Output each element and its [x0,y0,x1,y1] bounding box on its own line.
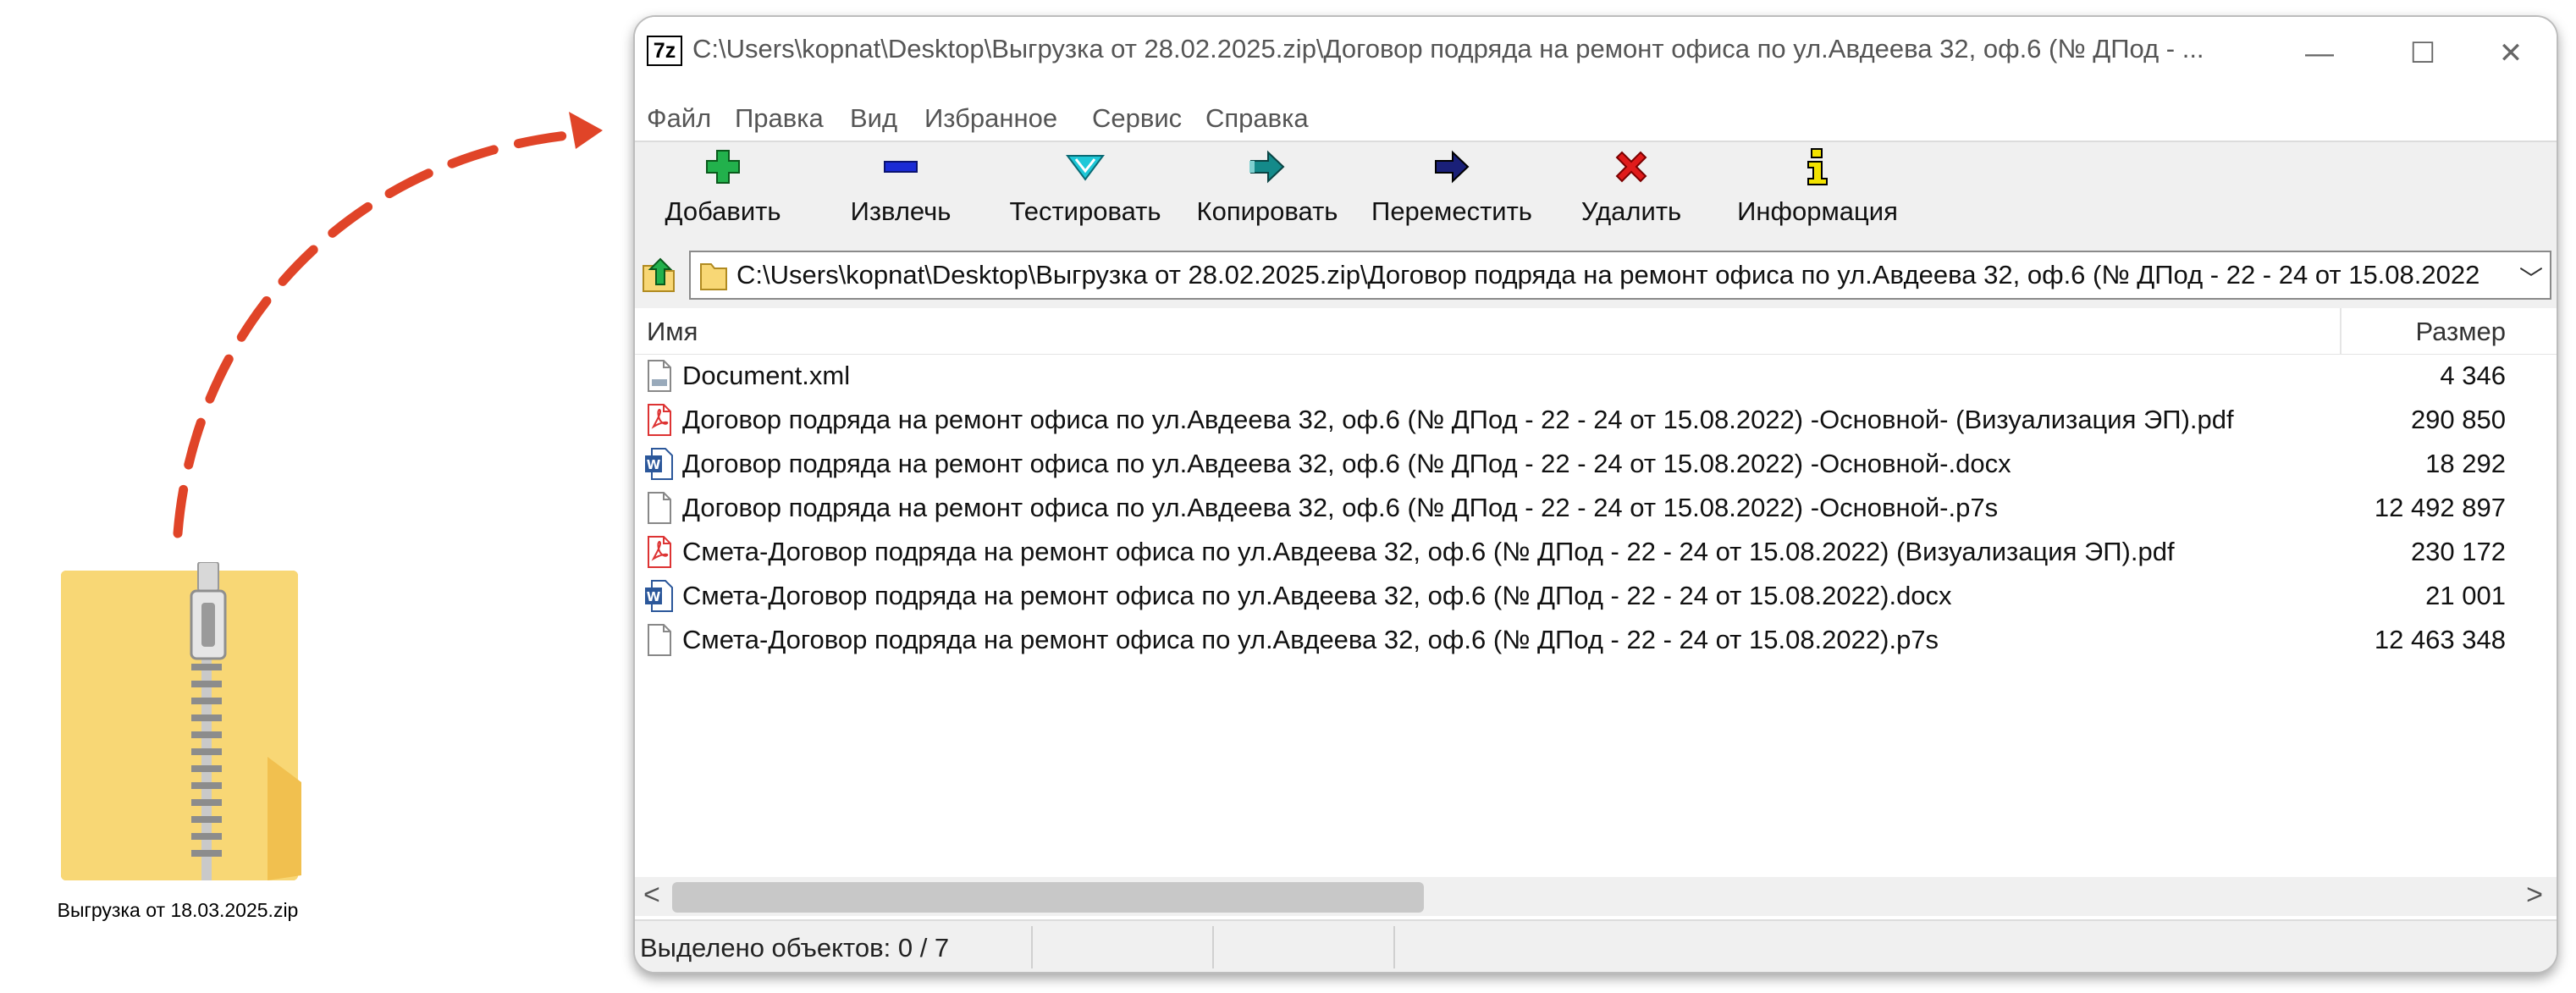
test-icon [1066,155,1105,181]
file-row[interactable]: W Смета-Договор подряда на ремонт офиса п… [635,574,2557,618]
add-button[interactable]: Добавить [655,146,791,227]
xml-file-icon [645,359,674,393]
file-name: Document.xml [682,361,851,390]
extract-button[interactable]: Извлечь [841,146,960,227]
status-divider [1212,926,1214,968]
file-row[interactable]: Смета-Договор подряда на ремонт офиса по… [635,530,2557,574]
file-size: 18 292 [2425,449,2506,478]
scroll-right-icon[interactable]: > [2526,879,2543,912]
scroll-left-icon[interactable]: < [643,879,660,912]
file-size: 290 850 [2410,405,2506,434]
file-size: 4 346 [2440,361,2506,390]
add-label: Добавить [665,196,781,226]
delete-label: Удалить [1580,196,1682,226]
menu-favorites[interactable]: Избранное [924,103,1057,134]
file-size: 12 492 897 [2374,493,2506,522]
menu-file[interactable]: Файл [647,103,711,134]
svg-text:W: W [647,589,661,604]
list-header: Имя Размер [635,308,2557,355]
file-row[interactable]: Document.xml 4 346 [635,354,2557,398]
maximize-button[interactable]: ☐ [2380,25,2465,81]
add-icon [706,150,740,184]
pdf-file-icon [645,535,674,569]
status-divider [1393,926,1395,968]
copy-label: Копировать [1196,196,1338,226]
extract-icon [884,161,918,173]
address-bar[interactable]: C:\Users\kopnat\Desktop\Выгрузка от 28.0… [689,251,2551,300]
svg-text:W: W [647,457,661,472]
close-button[interactable]: ✕ [2468,25,2553,81]
delete-button[interactable]: Удалить [1568,146,1695,227]
delete-icon [1615,151,1647,183]
status-divider [1031,926,1033,968]
file-size: 230 172 [2410,537,2506,566]
folder-icon [700,263,727,290]
horizontal-scrollbar[interactable]: < > [635,877,2557,916]
p7s-file-icon [645,623,674,657]
menu-help[interactable]: Справка [1205,103,1309,134]
scroll-thumb[interactable] [672,882,1424,913]
title-bar[interactable]: 7z C:\Users\kopnat\Desktop\Выгрузка от 2… [635,17,2557,90]
file-name: Смета-Договор подряда на ремонт офиса по… [682,581,1952,610]
docx-file-icon: W [645,579,674,613]
window-title: C:\Users\kopnat\Desktop\Выгрузка от 28.0… [692,34,2204,63]
file-name: Договор подряда на ремонт офиса по ул.Ав… [682,493,1999,522]
menu-view[interactable]: Вид [850,103,897,134]
info-label: Информация [1737,196,1898,226]
status-bar: Выделено объектов: 0 / 7 [635,919,2557,972]
info-icon [1807,148,1828,185]
test-label: Тестировать [1009,196,1161,226]
address-path: C:\Users\kopnat\Desktop\Выгрузка от 28.0… [736,260,2480,290]
menu-edit[interactable]: Правка [735,103,824,134]
file-name: Смета-Договор подряда на ремонт офиса по… [682,537,2175,566]
minimize-button[interactable]: — [2277,25,2362,81]
file-list: Document.xml 4 346 Договор подряда на ремо… [635,354,2557,662]
archive-window: 7z C:\Users\kopnat\Desktop\Выгрузка от 2… [633,15,2558,974]
copy-icon [1249,150,1285,184]
zip-folder-icon[interactable] [56,562,313,884]
extract-label: Извлечь [850,196,952,226]
7zip-app-icon: 7z [647,36,682,66]
move-icon [1435,150,1470,184]
menu-tools[interactable]: Сервис [1092,103,1182,134]
pdf-file-icon [645,403,674,437]
move-button[interactable]: Переместить [1363,146,1541,227]
file-name: Договор подряда на ремонт офиса по ул.Ав… [682,449,2011,478]
docx-file-icon: W [645,447,674,481]
file-row[interactable]: Смета-Договор подряда на ремонт офиса по… [635,618,2557,662]
move-label: Переместить [1371,196,1532,226]
p7s-file-icon [645,491,674,525]
up-folder-icon[interactable] [640,254,677,295]
info-button[interactable]: Информация [1720,146,1915,227]
menu-bar: Файл Правка Вид Избранное Сервис Справка [635,90,2557,141]
file-name: Смета-Договор подряда на ремонт офиса по… [682,625,1939,654]
file-size: 21 001 [2425,581,2506,610]
file-name: Договор подряда на ремонт офиса по ул.Ав… [682,405,2234,434]
file-size: 12 463 348 [2374,625,2506,654]
copy-button[interactable]: Копировать [1187,146,1348,227]
test-button[interactable]: Тестировать [1001,146,1170,227]
column-size[interactable]: Размер [2415,317,2506,347]
column-name[interactable]: Имя [647,317,698,347]
column-divider[interactable] [2340,308,2342,354]
zip-file-label: Выгрузка от 18.03.2025.zip [57,899,299,921]
file-row[interactable]: Договор подряда на ремонт офиса по ул.Ав… [635,486,2557,530]
status-text: Выделено объектов: 0 / 7 [640,933,950,963]
file-row[interactable]: Договор подряда на ремонт офиса по ул.Ав… [635,398,2557,442]
toolbar: Добавить Извлечь Тестировать Копировать … [635,141,2557,245]
address-row: C:\Users\kopnat\Desktop\Выгрузка от 28.0… [635,244,2557,308]
chevron-down-icon[interactable]: ﹀ [2519,261,2543,295]
file-row[interactable]: W Договор подряда на ремонт офиса по ул.А… [635,442,2557,486]
